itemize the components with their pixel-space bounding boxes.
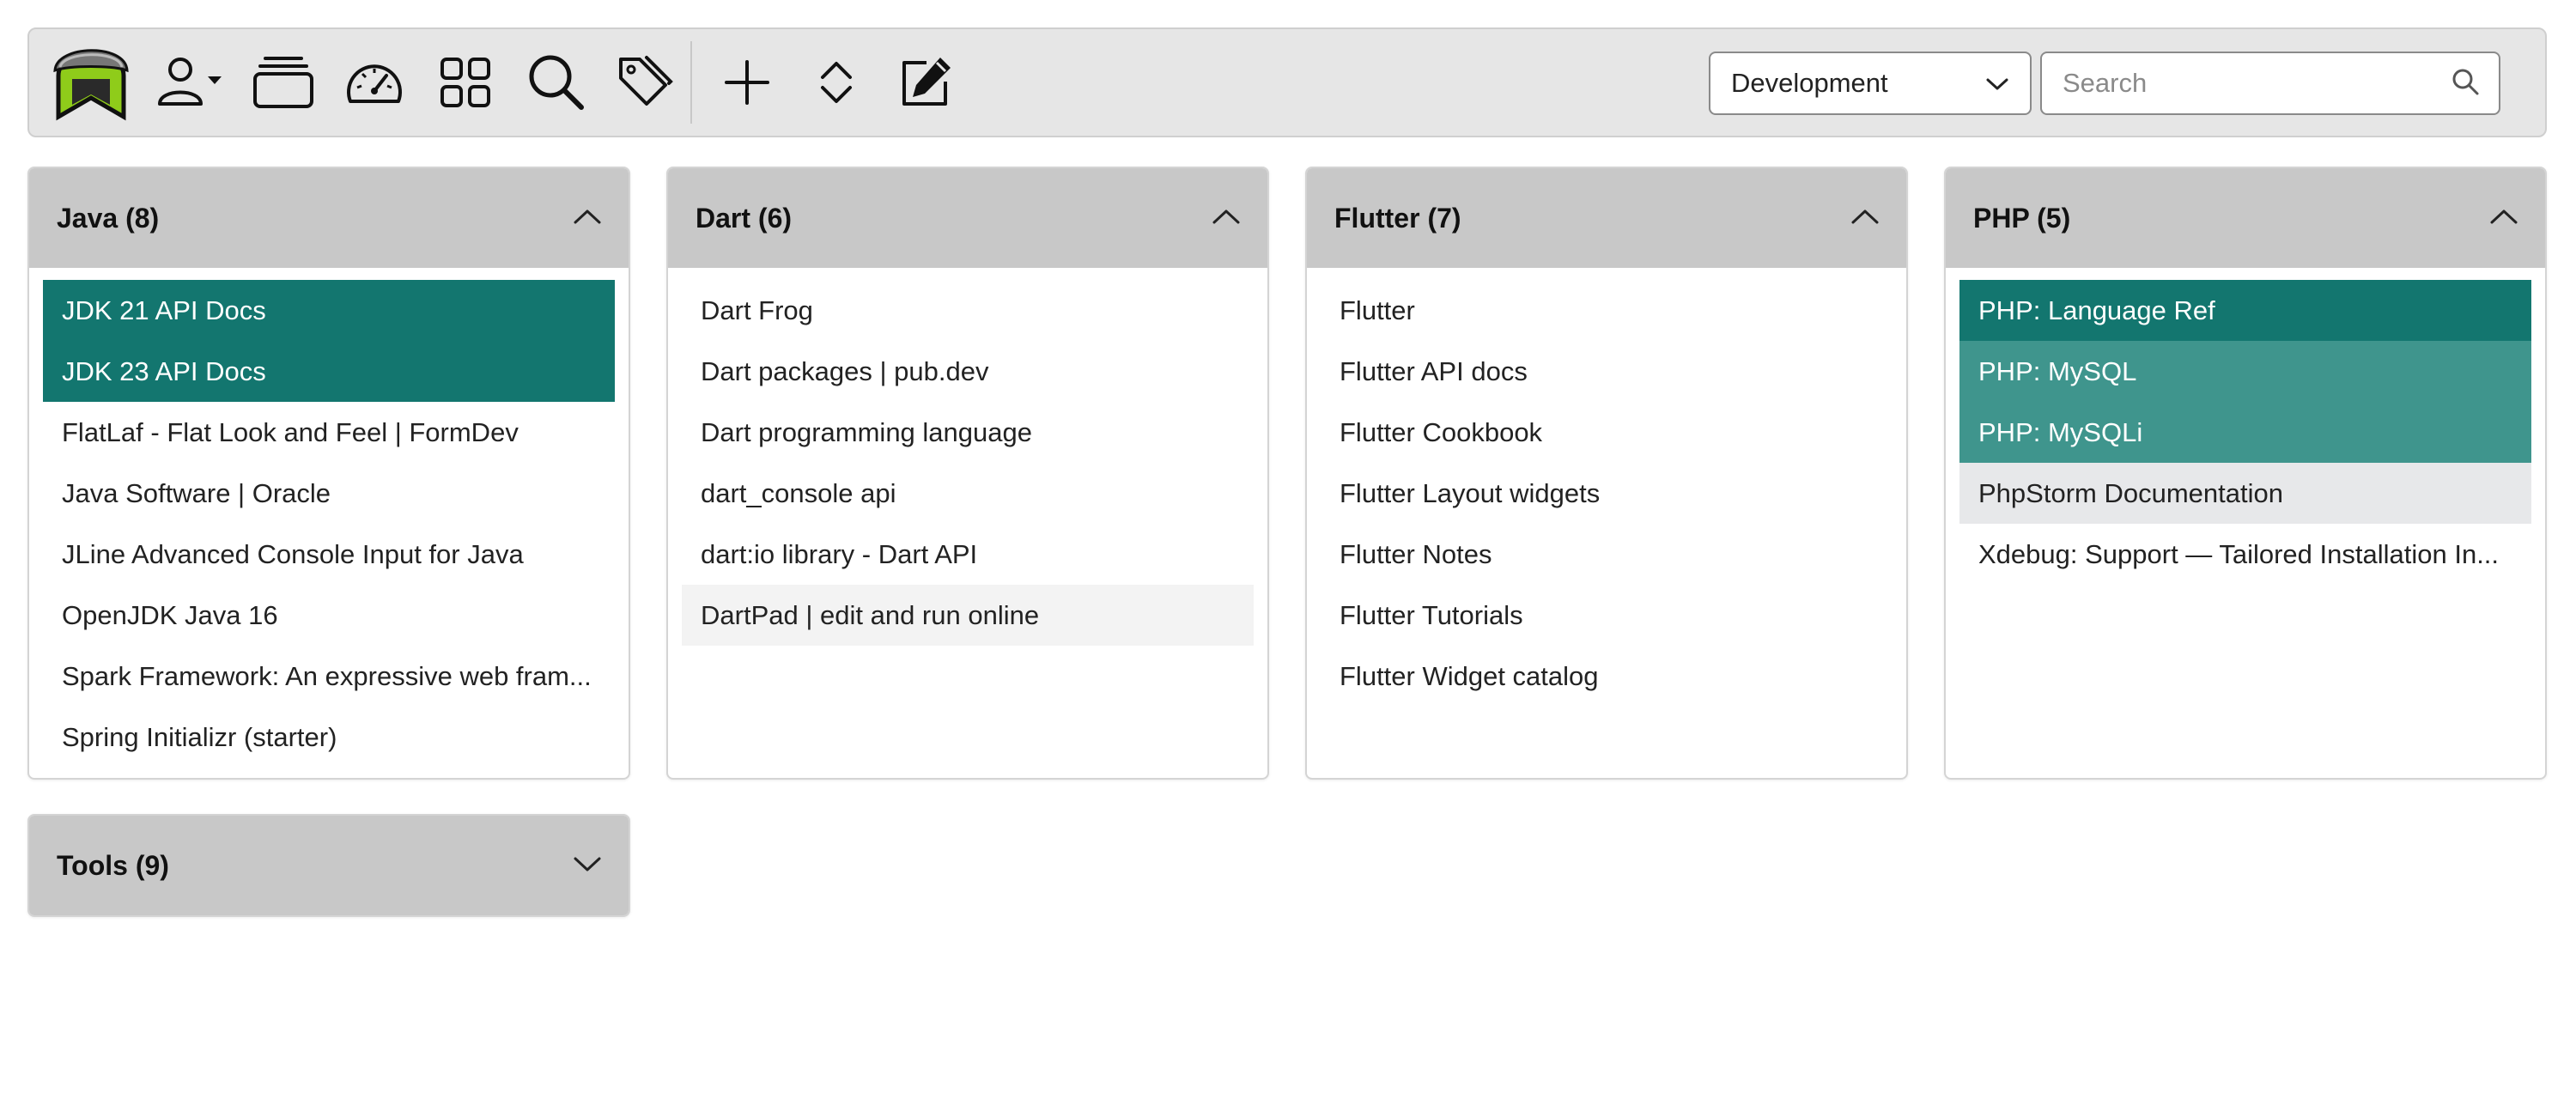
group-header[interactable]: Java (8) xyxy=(29,168,629,268)
link-item[interactable]: OpenJDK Java 16 xyxy=(43,585,615,646)
link-item[interactable]: JDK 23 API Docs xyxy=(43,341,615,402)
link-item[interactable]: PHP: MySQL xyxy=(1959,341,2531,402)
link-item[interactable]: Dart packages | pub.dev xyxy=(682,341,1254,402)
tags-icon[interactable] xyxy=(601,29,690,136)
group-title: PHP (5) xyxy=(1973,202,2071,234)
link-item[interactable]: dart:io library - Dart API xyxy=(682,524,1254,585)
group-title: Dart (6) xyxy=(696,202,793,234)
link-item[interactable]: Flutter Cookbook xyxy=(1321,402,1893,463)
group-card: PHP (5) PHP: Language Ref PHP: MySQL PHP: M… xyxy=(1944,167,2547,780)
search-field[interactable] xyxy=(2040,52,2500,115)
group-header[interactable]: Tools (9) xyxy=(29,816,629,915)
app-logo-icon[interactable] xyxy=(48,29,134,136)
dashboard-icon[interactable] xyxy=(330,29,419,136)
search-icon[interactable] xyxy=(512,29,601,136)
link-item[interactable]: JLine Advanced Console Input for Java xyxy=(43,524,615,585)
group-card: Dart (6) Dart Frog Dart packages | pub.dev… xyxy=(666,167,1269,780)
link-item[interactable]: JDK 21 API Docs xyxy=(43,280,615,341)
add-icon[interactable] xyxy=(702,29,792,136)
profile-select-value: Development xyxy=(1731,68,1888,98)
search-input-icon[interactable] xyxy=(2451,67,2480,100)
link-item[interactable]: Flutter Layout widgets xyxy=(1321,463,1893,524)
group-link-list: PHP: Language Ref PHP: MySQL PHP: MySQLi Ph… xyxy=(1946,268,2545,585)
link-item[interactable]: Flutter Widget catalog xyxy=(1321,646,1893,707)
search-input[interactable] xyxy=(2061,67,2451,100)
group-title: Tools (9) xyxy=(57,849,169,881)
link-item[interactable]: Java Software | Oracle xyxy=(43,463,615,524)
group-title: Flutter (7) xyxy=(1334,202,1461,234)
group-card: Tools (9) xyxy=(27,814,630,917)
toolbar-separator xyxy=(690,41,692,124)
link-item[interactable]: Spring Initializr (starter) xyxy=(43,707,615,768)
edit-icon[interactable] xyxy=(881,29,970,136)
group-header[interactable]: Flutter (7) xyxy=(1307,168,1906,268)
link-item[interactable]: Flutter Notes xyxy=(1321,524,1893,585)
group-header[interactable]: PHP (5) xyxy=(1946,168,2545,268)
link-item[interactable]: Dart Frog xyxy=(682,280,1254,341)
group-link-list: JDK 21 API Docs JDK 23 API Docs FlatLaf - … xyxy=(29,268,629,768)
collections-icon[interactable] xyxy=(240,29,326,136)
profile-select[interactable]: Development xyxy=(1709,52,2032,115)
group-card: Flutter (7) Flutter Flutter API docs Flutte… xyxy=(1305,167,1908,780)
group-link-list: Flutter Flutter API docs Flutter Cookbook F… xyxy=(1307,268,1906,707)
link-item[interactable]: Flutter xyxy=(1321,280,1893,341)
chevron-down-icon xyxy=(1985,68,2009,99)
toolbar: Development xyxy=(27,27,2547,137)
group-header[interactable]: Dart (6) xyxy=(668,168,1267,268)
link-item[interactable]: dart_console api xyxy=(682,463,1254,524)
user-menu-icon[interactable] xyxy=(148,29,234,136)
chevron-up-icon[interactable] xyxy=(1850,207,1880,230)
link-item[interactable]: DartPad | edit and run online xyxy=(682,585,1254,646)
link-item[interactable]: Dart programming language xyxy=(682,402,1254,463)
link-item[interactable]: PhpStorm Documentation xyxy=(1959,463,2531,524)
link-item[interactable]: FlatLaf - Flat Look and Feel | FormDev xyxy=(43,402,615,463)
link-item[interactable]: Flutter API docs xyxy=(1321,341,1893,402)
link-item[interactable]: Xdebug: Support — Tailored Installation … xyxy=(1959,524,2531,585)
group-link-list: Dart Frog Dart packages | pub.dev Dart pro… xyxy=(668,268,1267,646)
group-card: Java (8) JDK 21 API Docs JDK 23 API Docs Fl… xyxy=(27,167,630,780)
chevron-down-icon[interactable] xyxy=(572,854,603,877)
chevron-up-icon[interactable] xyxy=(2488,207,2519,230)
link-item[interactable]: Flutter Tutorials xyxy=(1321,585,1893,646)
link-item[interactable]: Spark Framework: An expressive web fram.… xyxy=(43,646,615,707)
group-title: Java (8) xyxy=(57,202,160,234)
chevron-up-icon[interactable] xyxy=(1211,207,1242,230)
chevron-up-icon[interactable] xyxy=(572,207,603,230)
expand-collapse-icon[interactable] xyxy=(792,29,881,136)
link-item[interactable]: PHP: Language Ref xyxy=(1959,280,2531,341)
link-item[interactable]: PHP: MySQLi xyxy=(1959,402,2531,463)
grid-view-icon[interactable] xyxy=(421,29,510,136)
